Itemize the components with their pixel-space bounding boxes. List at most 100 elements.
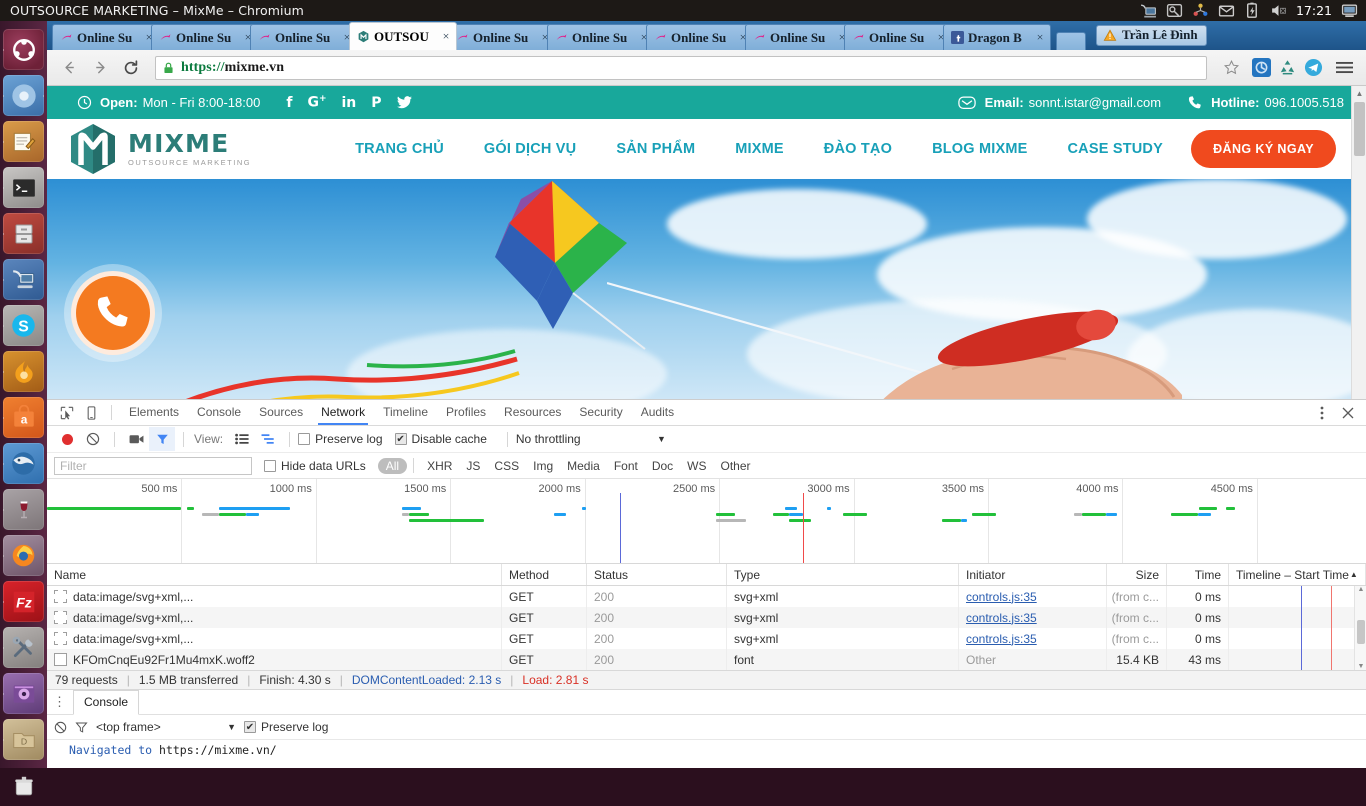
browser-tab[interactable]: Online Su × bbox=[646, 24, 754, 50]
filter-type-xhr[interactable]: XHR bbox=[420, 458, 459, 474]
menu-item-dao-tao[interactable]: ĐÀO TẠO bbox=[804, 141, 912, 157]
filter-toggle-icon[interactable] bbox=[149, 427, 175, 451]
browser-tab[interactable]: Online Su × bbox=[844, 24, 952, 50]
table-row[interactable]: data:image/svg+xml,... GET 200 svg+xml contr… bbox=[47, 586, 1366, 607]
browser-tab[interactable]: Online Su × bbox=[250, 24, 358, 50]
console-preserve-log-box[interactable]: ✔ bbox=[244, 721, 256, 733]
column-header-method[interactable]: Method bbox=[502, 564, 587, 585]
keyboard-layout-icon[interactable] bbox=[1166, 2, 1183, 19]
devtools-tab-network[interactable]: Network bbox=[312, 401, 374, 425]
devtools-tab-sources[interactable]: Sources bbox=[250, 401, 312, 424]
table-row[interactable]: data:image/svg+xml,... GET 200 svg+xml contr… bbox=[47, 607, 1366, 628]
register-now-button[interactable]: ĐĂNG KÝ NGAY bbox=[1191, 130, 1336, 168]
initiator-value[interactable]: controls.js:35 bbox=[966, 590, 1037, 604]
filter-input[interactable]: Filter bbox=[54, 456, 252, 475]
page-scrollbar-thumb[interactable] bbox=[1354, 102, 1365, 156]
device-toolbar-icon[interactable] bbox=[79, 402, 103, 424]
telegram-icon[interactable] bbox=[1304, 58, 1323, 77]
volume-icon[interactable] bbox=[1270, 2, 1287, 19]
column-header-type[interactable]: Type bbox=[727, 564, 959, 585]
recycle-icon[interactable] bbox=[1278, 58, 1297, 77]
table-row[interactable]: KFOmCnqEu92Fr1Mu4mxK.woff2 GET 200 font Othe… bbox=[47, 649, 1366, 670]
linkedin-icon[interactable]: in bbox=[341, 95, 356, 111]
inspect-element-icon[interactable] bbox=[55, 402, 79, 424]
launcher-wine[interactable] bbox=[3, 489, 44, 530]
browser-tab-active[interactable]: OUTSOU × bbox=[349, 22, 457, 50]
reload-button[interactable] bbox=[117, 54, 145, 82]
menu-item-case-study[interactable]: CASE STUDY bbox=[1048, 141, 1183, 157]
devtools-tab-resources[interactable]: Resources bbox=[495, 401, 570, 424]
launcher-firefox[interactable] bbox=[3, 535, 44, 576]
browser-tab[interactable]: Online Su × bbox=[745, 24, 853, 50]
throttling-select[interactable]: No throttling ▼ bbox=[516, 432, 666, 446]
call-floating-button[interactable] bbox=[71, 271, 155, 355]
menu-item-blog-mixme[interactable]: BLOG MIXME bbox=[912, 141, 1047, 157]
requests-scrollbar-thumb[interactable] bbox=[1357, 620, 1365, 644]
view-list-icon[interactable] bbox=[229, 427, 255, 451]
filter-type-doc[interactable]: Doc bbox=[645, 458, 680, 474]
launcher-filezilla[interactable]: Fz bbox=[3, 581, 44, 622]
launcher-ubuntu-dash[interactable] bbox=[3, 29, 44, 70]
devtools-more-icon[interactable] bbox=[1310, 402, 1334, 424]
bookmark-star-icon[interactable] bbox=[1217, 54, 1245, 82]
launcher-remote-desktop[interactable] bbox=[3, 259, 44, 300]
initiator-value[interactable]: controls.js:35 bbox=[966, 611, 1037, 625]
preserve-log-checkbox[interactable]: Preserve log bbox=[298, 432, 383, 446]
column-header-timeline[interactable]: Timeline – Start Time ▲ bbox=[1229, 564, 1366, 585]
column-header-initiator[interactable]: Initiator bbox=[959, 564, 1107, 585]
launcher-skype[interactable]: S bbox=[3, 305, 44, 346]
remote-desktop-icon[interactable] bbox=[1140, 2, 1157, 19]
column-header-status[interactable]: Status bbox=[587, 564, 727, 585]
launcher-tools[interactable] bbox=[3, 627, 44, 668]
launcher-trash[interactable] bbox=[3, 765, 44, 806]
table-row[interactable]: data:image/svg+xml,... GET 200 svg+xml contr… bbox=[47, 628, 1366, 649]
browser-tab[interactable]: Dragon B × bbox=[943, 24, 1051, 50]
column-header-size[interactable]: Size bbox=[1107, 564, 1167, 585]
drawer-tab-console[interactable]: Console bbox=[73, 690, 140, 715]
disable-cache-box[interactable]: ✔ bbox=[394, 433, 407, 445]
launcher-amazon[interactable]: a bbox=[3, 397, 44, 438]
launcher-terminal[interactable] bbox=[3, 167, 44, 208]
browser-tab[interactable]: Online Su × bbox=[547, 24, 655, 50]
cell-name[interactable]: data:image/svg+xml,... bbox=[47, 586, 502, 607]
devtools-tab-timeline[interactable]: Timeline bbox=[374, 401, 437, 424]
chevron-down-icon[interactable]: ▼ bbox=[227, 722, 236, 732]
tab-close-icon[interactable]: × bbox=[1034, 30, 1046, 45]
user-profile-button[interactable]: Trần Lê Đình bbox=[1096, 25, 1207, 46]
initiator-value[interactable]: controls.js:35 bbox=[966, 632, 1037, 646]
capture-screenshots-icon[interactable] bbox=[123, 427, 149, 451]
extension-blue-icon[interactable] bbox=[1252, 58, 1271, 77]
cell-initiator[interactable]: controls.js:35 bbox=[959, 586, 1107, 607]
cell-name[interactable]: data:image/svg+xml,... bbox=[47, 607, 502, 628]
filter-type-other[interactable]: Other bbox=[714, 458, 758, 474]
browser-tab[interactable]: Online Su × bbox=[52, 24, 160, 50]
system-clock[interactable]: 17:21 bbox=[1296, 3, 1332, 18]
devtools-tab-audits[interactable]: Audits bbox=[632, 401, 683, 424]
devtools-tab-elements[interactable]: Elements bbox=[120, 401, 188, 424]
browser-tab[interactable]: Online Su × bbox=[151, 24, 259, 50]
forward-button[interactable] bbox=[86, 54, 114, 82]
scroll-up-arrow[interactable]: ▲ bbox=[1352, 86, 1366, 101]
launcher-firebird[interactable] bbox=[3, 351, 44, 392]
devtools-tab-profiles[interactable]: Profiles bbox=[437, 401, 495, 424]
menu-item-trang-chu[interactable]: TRANG CHỦ bbox=[335, 141, 464, 157]
console-frame-select[interactable]: <top frame> ▼ bbox=[96, 720, 236, 734]
network-icon[interactable] bbox=[1192, 2, 1209, 19]
scroll-down-arrow[interactable]: ▼ bbox=[1355, 663, 1366, 670]
hide-data-urls-box[interactable] bbox=[264, 459, 276, 472]
record-button[interactable] bbox=[54, 427, 80, 451]
twitter-icon[interactable] bbox=[396, 96, 412, 109]
session-menu-icon[interactable] bbox=[1341, 2, 1358, 19]
filter-type-font[interactable]: Font bbox=[607, 458, 645, 474]
requests-scrollbar[interactable]: ▲ ▼ bbox=[1354, 586, 1366, 670]
filter-type-ws[interactable]: WS bbox=[680, 458, 713, 474]
devtools-close-icon[interactable] bbox=[1336, 402, 1360, 424]
launcher-chromium[interactable] bbox=[3, 75, 44, 116]
back-button[interactable] bbox=[55, 54, 83, 82]
console-preserve-log-checkbox[interactable]: ✔ Preserve log bbox=[244, 720, 328, 734]
console-clear-icon[interactable] bbox=[54, 721, 67, 734]
devtools-tab-security[interactable]: Security bbox=[570, 401, 631, 424]
view-waterfall-icon[interactable] bbox=[255, 427, 281, 451]
cell-name[interactable]: data:image/svg+xml,... bbox=[47, 628, 502, 649]
scroll-up-arrow[interactable]: ▲ bbox=[1355, 586, 1366, 593]
